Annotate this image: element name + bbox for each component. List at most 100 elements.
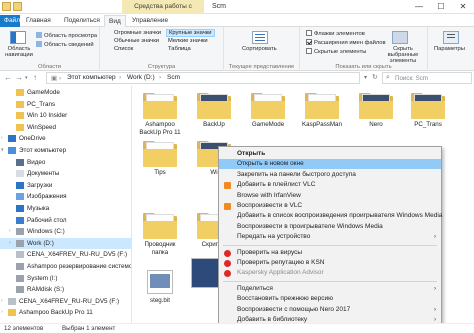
panes-group: Область навигации Область просмотра Обла… (0, 27, 100, 71)
nav-item[interactable]: Загрузки (0, 180, 131, 191)
layout-large-icons[interactable]: Крупные значки (166, 29, 215, 37)
navigation-pane-icon[interactable] (10, 31, 26, 44)
submenu-arrow-icon: › (434, 306, 436, 313)
address-dropdown-icon[interactable]: ▾ (364, 74, 367, 81)
search-input[interactable]: Поиск: Scm (395, 75, 428, 82)
hide-selected-icon[interactable] (392, 31, 408, 44)
expand-chevron-icon[interactable]: › (1, 307, 3, 318)
nav-item[interactable]: Музыка (0, 203, 131, 214)
tab-home[interactable]: Главная (22, 15, 55, 27)
vlc-icon (224, 203, 231, 210)
context-menu-item[interactable]: Browse with IrfanView (219, 191, 441, 201)
checkbox-icon[interactable] (306, 30, 312, 36)
context-menu-item-label: Открыть (237, 150, 266, 157)
hide-selected-button[interactable]: Скрыть выбранные элементы (380, 46, 426, 64)
context-menu-item[interactable]: Проверить репутацию в KSN (219, 258, 441, 268)
back-arrow-icon[interactable]: ← (4, 73, 12, 82)
tab-file[interactable]: Файл (0, 15, 20, 27)
nav-item[interactable]: Ashampoo резервирование системой (G:) (0, 261, 131, 272)
nav-item[interactable]: WinSpeed (0, 122, 131, 133)
nav-item[interactable]: › Work (D:) (0, 237, 131, 249)
checkbox-checked-icon[interactable] (306, 39, 312, 45)
computer-icon: ▣ › (51, 75, 62, 82)
properties-icon[interactable] (2, 2, 11, 11)
sort-button[interactable]: Сортировать (242, 46, 277, 52)
nav-item[interactable]: Документы (0, 168, 131, 179)
nav-item[interactable]: System (I:) (0, 273, 131, 284)
tab-view[interactable]: Вид (104, 15, 126, 27)
picture-tools-tab[interactable]: Средства работы с рисунками (122, 0, 204, 24)
nav-item[interactable]: CENA_X64FREV_RU-RU_DV5 (F:) (0, 249, 131, 260)
folder-icon (16, 100, 24, 108)
close-button[interactable]: ✕ (452, 0, 474, 14)
context-menu-item[interactable]: Открыть (219, 149, 441, 159)
breadcrumb-work-drive[interactable]: Work (D:) (127, 74, 155, 81)
preview-pane-button[interactable]: Область просмотра (36, 32, 97, 39)
expand-chevron-icon[interactable]: › (9, 238, 11, 249)
context-menu-item[interactable]: Проверить на вирусы (219, 248, 441, 258)
sort-icon[interactable] (252, 31, 268, 44)
context-menu-item[interactable]: Добавить в список воспроизведения проигр… (219, 211, 442, 221)
context-menu-item[interactable]: Открыть в новом окне (219, 159, 441, 170)
image-thumbnail[interactable] (191, 258, 219, 288)
nav-item[interactable]: Win 10 Insider (0, 110, 131, 121)
breadcrumb-separator: › (119, 74, 122, 81)
folder-icon (143, 92, 177, 119)
expand-chevron-icon[interactable]: › (9, 226, 11, 237)
minimize-button[interactable]: — (408, 0, 430, 14)
tab-share[interactable]: Поделиться (60, 15, 104, 27)
context-menu-item[interactable]: Воспроизвести с помощью Nero 2017 › (219, 305, 441, 315)
nav-item[interactable]: › OneDrive (0, 133, 131, 144)
item-checkboxes-toggle[interactable]: Флажки элементов (306, 30, 365, 37)
options-icon[interactable] (443, 31, 459, 44)
nav-item[interactable]: PC_Trans (0, 99, 131, 110)
layout-huge-icons[interactable]: Огромные значки (114, 30, 161, 36)
context-menu-item[interactable]: Поделиться › (219, 284, 441, 294)
search-box[interactable]: ⌕ Поиск: Scm (382, 72, 472, 84)
maximize-button[interactable]: ☐ (430, 0, 452, 14)
folder-icon (143, 140, 177, 167)
breadcrumb-computer[interactable]: Этот компьютер (67, 74, 116, 81)
breadcrumb-scm[interactable]: Scm (167, 74, 180, 81)
expand-chevron-icon[interactable]: › (1, 296, 3, 307)
drive-icon (16, 274, 24, 282)
navigation-pane-button[interactable]: Область навигации (3, 46, 35, 58)
nav-item[interactable]: Рабочий стол (0, 215, 131, 226)
details-pane-button[interactable]: Область сведений (36, 41, 94, 48)
nav-item[interactable]: RAMdisk (S:) (0, 284, 131, 295)
address-bar[interactable]: ▣ › Этот компьютер › Work (D:) › Scm (46, 72, 360, 84)
layout-normal-icons[interactable]: Обычные значки (114, 38, 159, 44)
layout-list[interactable]: Список (114, 46, 133, 52)
hidden-items-toggle[interactable]: Скрытые элементы (306, 48, 366, 55)
context-menu-item-label: Kaspersky Application Advisor (237, 269, 324, 277)
recent-locations-icon[interactable]: ▾ (25, 75, 28, 81)
tab-manage[interactable]: Управление (128, 15, 172, 27)
nav-item[interactable]: › Ashampoo BackUp Pro 11 (0, 307, 131, 318)
nav-item[interactable]: Видео (0, 157, 131, 168)
folder-item-label: Nero (369, 121, 383, 128)
nav-item[interactable]: Изображения (0, 191, 131, 202)
refresh-icon[interactable]: ↻ (372, 73, 378, 81)
context-menu-item[interactable]: Kaspersky Application Advisor (219, 268, 441, 278)
nav-item[interactable]: GameMode (0, 87, 131, 98)
context-menu-item[interactable]: Добавить в плейлист VLC (219, 180, 441, 190)
nav-item[interactable]: › CENA_X64FREV_RU-RU_DV5 (F:) (0, 296, 131, 307)
context-menu-item[interactable]: Восстановить прежнюю версию (219, 294, 441, 304)
context-menu-item[interactable]: Воспроизвести в проигрывателе Windows Me… (219, 222, 441, 232)
forward-arrow-icon[interactable]: → (15, 73, 23, 82)
file-extensions-toggle[interactable]: Расширения имен файлов (306, 39, 386, 46)
layout-table[interactable]: Таблица (168, 46, 191, 52)
up-arrow-icon[interactable]: ↑ (33, 73, 37, 82)
nav-item[interactable]: › Windows (C:) (0, 226, 131, 237)
nav-item[interactable]: ▾ Этот компьютер (0, 145, 131, 156)
quick-access-toolbar[interactable] (2, 2, 22, 11)
layout-small-icons[interactable]: Мелкие значки (168, 38, 208, 44)
expand-chevron-icon[interactable]: › (1, 133, 3, 144)
options-button[interactable]: Параметры (434, 46, 465, 52)
context-menu-item[interactable]: Передать на устройство › (219, 232, 441, 242)
context-menu-item[interactable]: Закрепить на панели быстрого доступа (219, 170, 441, 180)
context-menu-item[interactable]: Воспроизвести в VLC (219, 201, 441, 211)
expand-chevron-icon[interactable]: ▾ (1, 145, 4, 156)
new-folder-icon[interactable] (13, 2, 22, 11)
checkbox-icon[interactable] (306, 48, 312, 54)
